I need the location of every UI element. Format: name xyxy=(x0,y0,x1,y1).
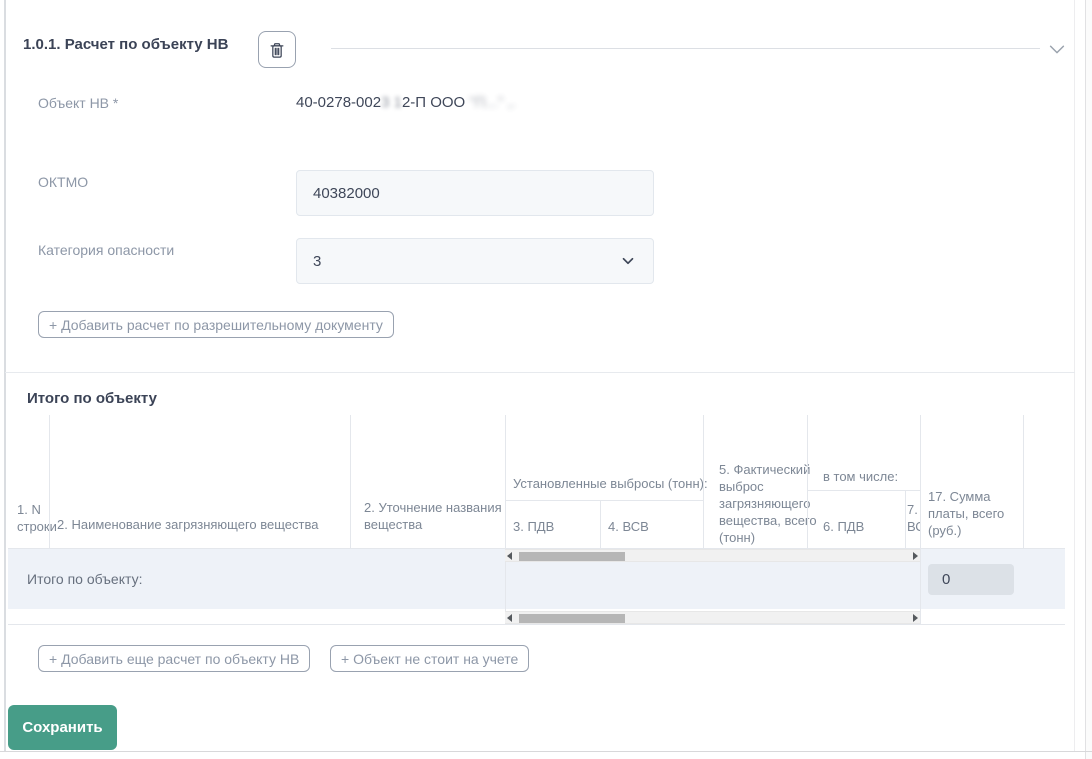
add-permit-calc-button[interactable]: + Добавить расчет по разрешительному док… xyxy=(38,311,394,338)
object-nv-value-redacted: "П..." ,. xyxy=(469,94,515,111)
object-nv-value-part: 40-0278-002 xyxy=(296,94,381,111)
header-divider xyxy=(331,48,1040,49)
add-object-calc-button[interactable]: + Добавить еще расчет по объекту НВ xyxy=(38,645,310,672)
collapse-section-button[interactable] xyxy=(1044,38,1070,60)
panel-bottom-border xyxy=(0,751,1092,752)
arrow-right-icon[interactable] xyxy=(913,614,918,622)
divider xyxy=(1023,415,1024,548)
col-header-row-number: 1. N строки xyxy=(17,501,57,535)
horizontal-scrollbar-bottom[interactable] xyxy=(505,611,920,624)
col-group-established-emissions: Установленные выбросы (тонн): xyxy=(513,475,708,492)
page-scrollbar-track[interactable] xyxy=(1085,0,1092,759)
col-header-substance-clarification: 2. Уточнение названия вещества xyxy=(364,499,506,533)
divider xyxy=(350,415,351,548)
col-header-actual-emission: 5. Фактический выброс загрязняющего веще… xyxy=(719,461,819,546)
object-nv-value-part: 2-П ООО xyxy=(402,94,469,111)
totals-table: 1. N строки 2. Наименование загрязняющег… xyxy=(8,415,1065,627)
col-header-pdv-6: 6. ПДВ xyxy=(823,518,864,535)
divider xyxy=(505,500,703,501)
col-header-substance-name: 2. Наименование загрязняющего вещества xyxy=(57,516,318,533)
divider xyxy=(807,415,808,548)
scrollbar-thumb[interactable] xyxy=(519,552,625,561)
object-nv-value-redacted: 3 1 xyxy=(381,94,402,111)
col-group-including: в том числе: xyxy=(823,468,898,485)
arrow-right-icon[interactable] xyxy=(913,552,918,560)
col-header-vsv-7-clipped: 7. ВС xyxy=(907,501,920,535)
divider xyxy=(8,624,1065,625)
panel-right-border xyxy=(1074,0,1075,751)
section-divider xyxy=(5,372,1075,373)
calculation-section-title: 1.0.1. Расчет по объекту НВ xyxy=(23,36,228,53)
totals-section-title: Итого по объекту xyxy=(27,390,157,407)
horizontal-scrollbar-top[interactable] xyxy=(505,549,920,562)
divider xyxy=(505,415,506,624)
col-header-pdv: 3. ПДВ xyxy=(513,518,554,535)
arrow-left-icon[interactable] xyxy=(507,614,512,622)
chevron-down-icon xyxy=(619,252,637,270)
col-header-vsv: 4. ВСВ xyxy=(608,518,649,535)
scrollbar-thumb[interactable] xyxy=(519,614,625,623)
divider xyxy=(703,415,704,548)
divider xyxy=(807,490,920,491)
hazard-category-select[interactable]: 3 xyxy=(296,238,654,284)
hazard-category-label: Категория опасности xyxy=(38,242,174,258)
hazard-category-value: 3 xyxy=(313,253,321,270)
save-button[interactable]: Сохранить xyxy=(8,705,117,750)
total-row-label: Итого по объекту: xyxy=(27,571,142,587)
divider xyxy=(920,415,921,624)
total-sum-field: 0 xyxy=(928,564,1014,595)
divider xyxy=(905,490,906,548)
object-not-registered-button[interactable]: + Объект не стоит на учете xyxy=(330,645,529,672)
total-row xyxy=(505,562,920,609)
object-nv-label: Объект НВ * xyxy=(38,95,118,111)
divider xyxy=(49,415,50,548)
chevron-down-icon xyxy=(1046,38,1068,60)
divider xyxy=(600,500,601,548)
trash-icon xyxy=(267,40,287,60)
object-nv-value: 40-0278-0023 12-П ООО "П..." ,. xyxy=(296,94,516,111)
delete-calculation-button[interactable] xyxy=(258,31,296,68)
oktmo-input[interactable] xyxy=(296,170,654,216)
col-header-total-payment: 17. Сумма платы, всего (руб.) xyxy=(928,488,1020,539)
arrow-left-icon[interactable] xyxy=(507,552,512,560)
oktmo-label: ОКТМО xyxy=(38,174,88,190)
table-scroll-viewport[interactable]: Установленные выбросы (тонн): 3. ПДВ 4. … xyxy=(505,415,920,548)
panel-left-border xyxy=(4,0,6,751)
